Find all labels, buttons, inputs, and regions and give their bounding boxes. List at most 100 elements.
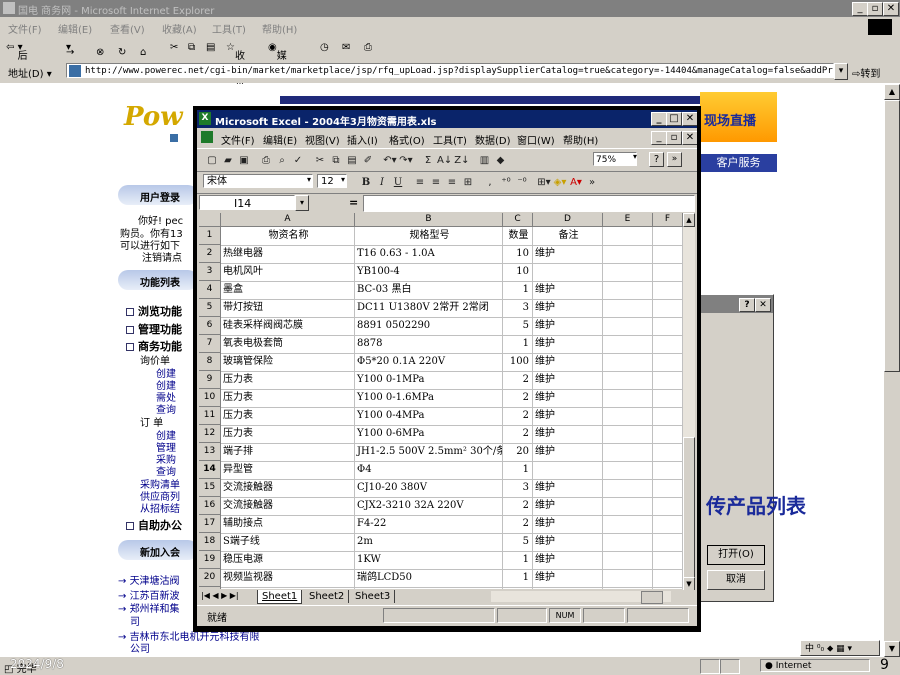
- empty-cell[interactable]: [653, 263, 683, 281]
- help-icon[interactable]: ?: [649, 152, 664, 167]
- cell-c[interactable]: 10: [503, 245, 533, 263]
- menu-tools[interactable]: 工具(T): [212, 21, 246, 36]
- cell-c[interactable]: 2: [503, 515, 533, 533]
- cell-d[interactable]: [533, 461, 603, 479]
- row-header[interactable]: 5: [199, 299, 221, 317]
- cell-b[interactable]: [355, 587, 503, 589]
- format-painter-icon[interactable]: ✐: [361, 154, 375, 168]
- empty-cell[interactable]: [603, 551, 653, 569]
- empty-cell[interactable]: [603, 299, 653, 317]
- func-manage[interactable]: 管理功能: [126, 321, 182, 337]
- favorites-button[interactable]: ☆收藏夹: [226, 42, 245, 92]
- empty-cell[interactable]: [603, 281, 653, 299]
- dialog-cancel-button[interactable]: 取消: [707, 570, 765, 590]
- empty-cell[interactable]: [653, 299, 683, 317]
- empty-cell[interactable]: [603, 515, 653, 533]
- cell-d[interactable]: [533, 587, 603, 589]
- cell-a[interactable]: 氧表电极套筒: [221, 335, 355, 353]
- cell-c[interactable]: 1: [503, 281, 533, 299]
- row-header[interactable]: 16: [199, 497, 221, 515]
- menu-favorites[interactable]: 收藏(A): [162, 21, 197, 36]
- row-header[interactable]: 2: [199, 245, 221, 263]
- cut-icon[interactable]: ✂: [170, 42, 178, 53]
- empty-cell[interactable]: [653, 569, 683, 587]
- address-dropdown-icon[interactable]: ▾: [834, 63, 848, 80]
- row-header[interactable]: 18: [199, 533, 221, 551]
- increase-decimal-icon[interactable]: ⁺⁰: [499, 176, 513, 190]
- cell-b[interactable]: BC-03 黑白: [355, 281, 503, 299]
- cell-b[interactable]: DC11 U1380V 2常开 2常闭: [355, 299, 503, 317]
- xl-menu-file[interactable]: 文件(F): [221, 132, 255, 147]
- empty-cell[interactable]: [653, 461, 683, 479]
- format-options-icon[interactable]: »: [585, 176, 599, 190]
- empty-cell[interactable]: [653, 479, 683, 497]
- cell-b[interactable]: CJX2-3210 32A 220V: [355, 497, 503, 515]
- row-header[interactable]: 14: [199, 461, 221, 479]
- tab-sheet3[interactable]: Sheet3: [351, 590, 396, 603]
- cell-b[interactable]: Φ5*20 0.1A 220V: [355, 353, 503, 371]
- undo-icon[interactable]: ↶▾: [383, 154, 397, 168]
- font-dropdown-icon[interactable]: ▾: [307, 175, 311, 184]
- cell-b[interactable]: T16 0.63 - 1.0A: [355, 245, 503, 263]
- cell-b[interactable]: JH1-2.5 500V 2.5mm² 30个/条: [355, 443, 503, 461]
- align-center-icon[interactable]: ≡: [429, 176, 443, 190]
- sheet-hscroll-thumb[interactable]: [641, 591, 663, 604]
- xl-menu-tools[interactable]: 工具(T): [433, 132, 467, 147]
- cell-d[interactable]: 维护: [533, 299, 603, 317]
- row-header[interactable]: 9: [199, 371, 221, 389]
- align-right-icon[interactable]: ≡: [445, 176, 459, 190]
- cell-a[interactable]: 热继电器: [221, 245, 355, 263]
- cell-c[interactable]: 1: [503, 461, 533, 479]
- cell-c[interactable]: 1: [503, 551, 533, 569]
- cell-d[interactable]: 维护: [533, 371, 603, 389]
- empty-cell[interactable]: [653, 533, 683, 551]
- ime-toolbar[interactable]: 中 ⁰₀ ⬥ ▦ ▾: [800, 640, 880, 656]
- cell-a[interactable]: 压力表: [221, 389, 355, 407]
- empty-cell[interactable]: [603, 335, 653, 353]
- print-icon[interactable]: ⎙: [364, 42, 372, 53]
- cell-c[interactable]: 10: [503, 587, 533, 589]
- font-size-dropdown-icon[interactable]: ▾: [341, 175, 345, 184]
- redo-icon[interactable]: ↷▾: [399, 154, 413, 168]
- func-browse[interactable]: 浏览功能: [126, 303, 182, 319]
- cell-d[interactable]: 维护: [533, 353, 603, 371]
- cell-d[interactable]: 维护: [533, 515, 603, 533]
- sort-asc-icon[interactable]: A↓: [437, 154, 452, 168]
- xl-menu-window[interactable]: 窗口(W): [517, 132, 555, 147]
- empty-cell[interactable]: [653, 497, 683, 515]
- cell-c[interactable]: 2: [503, 425, 533, 443]
- cell-a[interactable]: 稳压电源: [221, 551, 355, 569]
- zoom-dropdown-icon[interactable]: ▾: [633, 152, 637, 161]
- row-header[interactable]: 8: [199, 353, 221, 371]
- col-header-a[interactable]: A: [221, 213, 355, 227]
- empty-cell[interactable]: [603, 263, 653, 281]
- drawing-icon[interactable]: ◆: [493, 154, 507, 168]
- cell-b[interactable]: 1KW: [355, 551, 503, 569]
- cell-d[interactable]: 维护: [533, 407, 603, 425]
- cell-a[interactable]: 端子排: [221, 443, 355, 461]
- cell-a[interactable]: 视频监视器: [221, 569, 355, 587]
- cell-a[interactable]: 异型管: [221, 461, 355, 479]
- cell-c[interactable]: 3: [503, 299, 533, 317]
- empty-cell[interactable]: [603, 371, 653, 389]
- cell-d[interactable]: 维护: [533, 479, 603, 497]
- name-box[interactable]: I14: [199, 195, 295, 210]
- header-note[interactable]: 备注: [533, 227, 603, 245]
- menu-help[interactable]: 帮助(H): [262, 21, 297, 36]
- cell-a[interactable]: S端子线: [221, 533, 355, 551]
- cell-b[interactable]: F4-22: [355, 515, 503, 533]
- xl-menu-format[interactable]: 格式(O): [389, 132, 425, 147]
- empty-cell[interactable]: [603, 497, 653, 515]
- cell-c[interactable]: 1: [503, 335, 533, 353]
- wb-restore-icon[interactable]: ▫: [666, 131, 682, 145]
- formula-input[interactable]: [363, 195, 695, 212]
- italic-icon[interactable]: I: [375, 176, 389, 190]
- dialog-close-icon[interactable]: ✕: [755, 298, 771, 312]
- tab-nav-icons[interactable]: |◀ ◀ ▶ ▶|: [201, 591, 239, 600]
- cell-b[interactable]: Y100 0-4MPa: [355, 407, 503, 425]
- col-header-c[interactable]: C: [503, 213, 533, 227]
- row-header[interactable]: 19: [199, 551, 221, 569]
- xl-menu-data[interactable]: 数据(D): [475, 132, 511, 147]
- cell-a[interactable]: 压力表: [221, 425, 355, 443]
- row-header[interactable]: 6: [199, 317, 221, 335]
